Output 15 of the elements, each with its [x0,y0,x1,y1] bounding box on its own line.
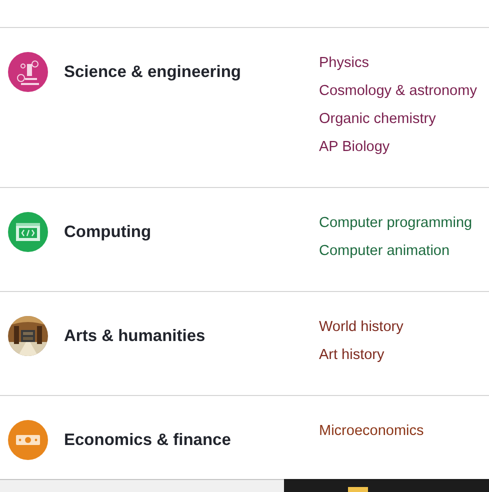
course-link[interactable]: Computer programming [319,209,472,237]
subject-title[interactable]: Economics & finance [64,429,231,451]
course-link[interactable]: Organic chemistry [319,105,477,133]
subject-title[interactable]: Computing [64,221,152,243]
banknote-icon [8,420,48,460]
code-window-icon [8,212,48,252]
subject-title[interactable]: Science & engineering [64,61,241,83]
course-link[interactable]: AP Biology [319,133,477,161]
course-link[interactable]: Computer animation [319,237,472,265]
course-link[interactable]: Microeconomics [319,417,424,445]
course-link[interactable]: Cosmology & astronomy [319,77,477,105]
course-link[interactable]: Physics [319,49,477,77]
course-link[interactable]: Art history [319,341,404,369]
subject-title[interactable]: Arts & humanities [64,325,206,347]
course-link[interactable]: World history [319,313,404,341]
